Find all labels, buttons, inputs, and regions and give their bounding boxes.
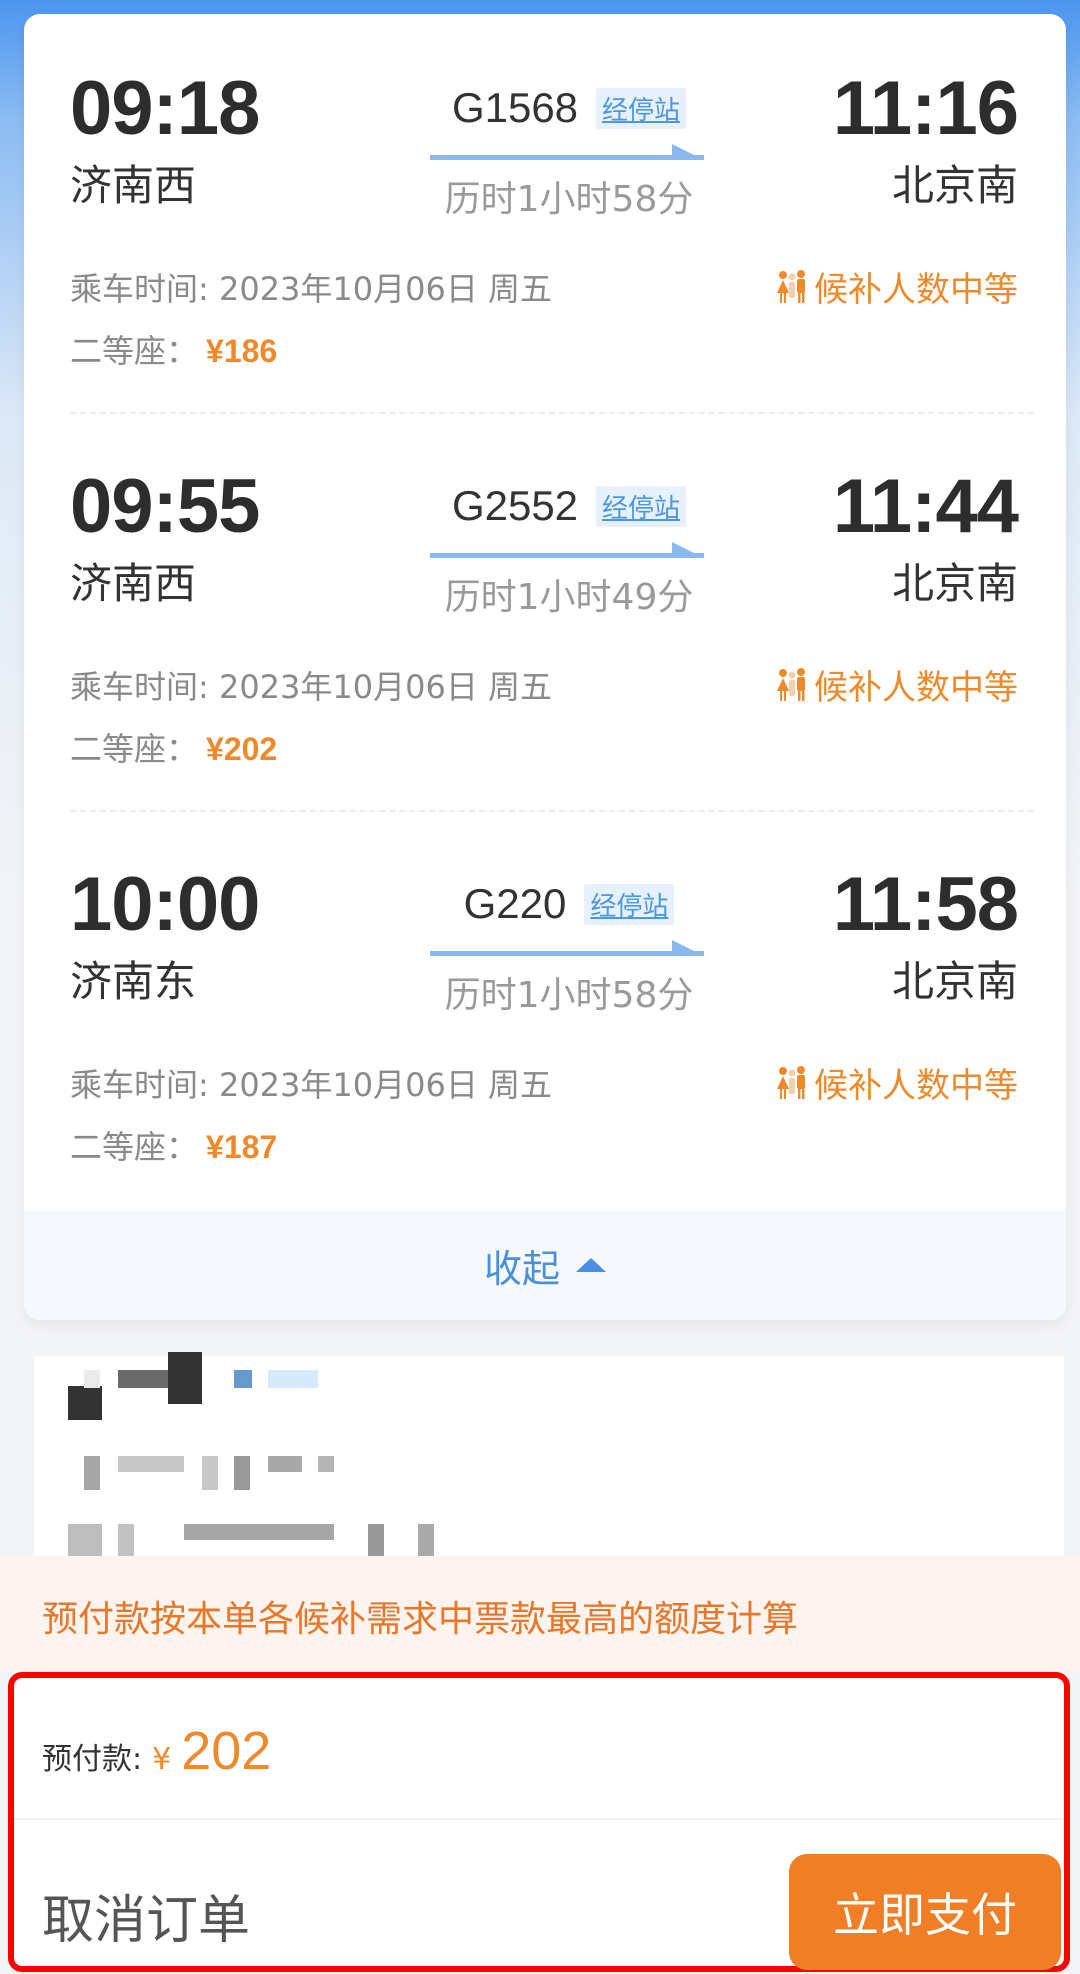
redacted-block (68, 1524, 102, 1558)
ride-date: 乘车时间: 2023年10月06日 周五 (70, 668, 553, 706)
stops-link[interactable]: 经停站 (596, 485, 687, 527)
departure-time: 09:55 (70, 464, 260, 549)
redacted-block (202, 1456, 218, 1490)
collapse-label: 收起 (483, 1246, 560, 1291)
prepay-label: 预付款: (42, 1742, 143, 1777)
train-number: G220 (463, 880, 567, 927)
redacted-block (234, 1456, 250, 1490)
redacted-block (318, 1456, 334, 1472)
seat-row: 二等座： ¥186 (70, 326, 277, 372)
departure-station: 济南东 (70, 957, 197, 1006)
train-list-card: 09:18 济南西 G1568 经停站 历时1小时58分 11:16 北京南 乘… (24, 14, 1066, 1320)
stops-link[interactable]: 经停站 (584, 883, 675, 925)
ride-date: 乘车时间: 2023年10月06日 周五 (70, 270, 553, 308)
route-arrow-icon (430, 144, 704, 160)
train-item[interactable]: 10:00 济南东 G220 经停站 历时1小时58分 11:58 北京南 乘车… (24, 810, 1066, 1208)
departure-time: 10:00 (70, 862, 260, 947)
departure-station: 济南西 (70, 559, 197, 608)
redacted-block (84, 1370, 100, 1388)
redacted-block (118, 1456, 184, 1472)
dashed-divider (70, 810, 1034, 812)
waitlist-label: 候补人数中等 (814, 270, 1018, 310)
collapse-button[interactable]: 收起 (24, 1210, 1066, 1320)
redacted-block (84, 1456, 100, 1490)
train-item[interactable]: 09:55 济南西 G2552 经停站 历时1小时49分 11:44 北京南 乘… (24, 412, 1066, 810)
seat-row: 二等座： ¥187 (70, 1122, 277, 1168)
train-item[interactable]: 09:18 济南西 G1568 经停站 历时1小时58分 11:16 北京南 乘… (24, 14, 1066, 412)
seat-class: 二等座： (70, 730, 199, 768)
route-arrow-icon (430, 542, 704, 558)
waitlist-label: 候补人数中等 (814, 1066, 1018, 1106)
people-icon (777, 667, 805, 701)
seat-price: ¥186 (206, 333, 278, 369)
arrival-time: 11:44 (832, 464, 1019, 549)
pay-now-button[interactable]: 立即支付 (789, 1854, 1061, 1970)
train-route-info: G2552 经停站 历时1小时49分 (419, 478, 719, 628)
train-route-info: G220 经停站 历时1小时58分 (419, 876, 719, 1026)
divider (14, 1818, 1064, 1820)
waitlist-status: 候补人数中等 (774, 660, 1018, 709)
ride-date: 乘车时间: 2023年10月06日 周五 (70, 1066, 553, 1104)
cancel-order-button[interactable]: 取消订单 (42, 1878, 250, 1953)
redacted-block (118, 1524, 134, 1558)
duration: 历时1小时58分 (444, 179, 694, 220)
redacted-block (184, 1524, 334, 1540)
redacted-passenger-info (34, 1352, 1064, 1558)
prepay-notice: 预付款按本单各候补需求中票款最高的额度计算 (0, 1556, 1080, 1672)
people-icon (777, 1065, 805, 1099)
prepay-amount: 202 (181, 1721, 272, 1781)
prepay-row: 预付款: ¥ 202 (42, 1720, 271, 1782)
route-arrow-icon (430, 940, 704, 956)
dashed-divider (70, 412, 1034, 414)
seat-price: ¥202 (206, 731, 278, 767)
arrival-station: 北京南 (891, 957, 1018, 1006)
prepay-currency: ¥ (152, 1742, 172, 1777)
train-route-info: G1568 经停站 历时1小时58分 (419, 80, 719, 230)
redacted-block (418, 1524, 434, 1558)
waitlist-status: 候补人数中等 (774, 1058, 1018, 1107)
people-icon (777, 269, 805, 303)
redacted-block (168, 1352, 202, 1404)
seat-row: 二等座： ¥202 (70, 724, 277, 770)
departure-station: 济南西 (70, 161, 197, 210)
triangle-up-icon (576, 1258, 606, 1272)
waitlist-status: 候补人数中等 (774, 262, 1018, 311)
arrival-station: 北京南 (891, 161, 1018, 210)
notice-text: 预付款按本单各候补需求中票款最高的额度计算 (42, 1599, 799, 1640)
redacted-block (118, 1370, 168, 1388)
seat-class: 二等座： (70, 332, 199, 370)
stops-link[interactable]: 经停站 (596, 87, 687, 129)
seat-price: ¥187 (206, 1129, 278, 1165)
redacted-block (368, 1524, 384, 1558)
departure-time: 09:18 (70, 66, 260, 151)
duration: 历时1小时58分 (444, 975, 694, 1016)
arrival-station: 北京南 (891, 559, 1018, 608)
arrival-time: 11:16 (832, 66, 1019, 151)
redacted-block (234, 1370, 252, 1388)
seat-class: 二等座： (70, 1128, 199, 1166)
arrival-time: 11:58 (832, 862, 1019, 947)
payment-panel: 预付款: ¥ 202 取消订单 立即支付 (8, 1672, 1070, 1972)
train-number: G2552 (451, 482, 579, 529)
waitlist-label: 候补人数中等 (814, 668, 1018, 708)
train-number: G1568 (451, 84, 579, 131)
duration: 历时1小时49分 (444, 577, 694, 618)
redacted-block (68, 1386, 102, 1420)
redacted-block (268, 1370, 318, 1388)
redacted-block (268, 1456, 302, 1472)
